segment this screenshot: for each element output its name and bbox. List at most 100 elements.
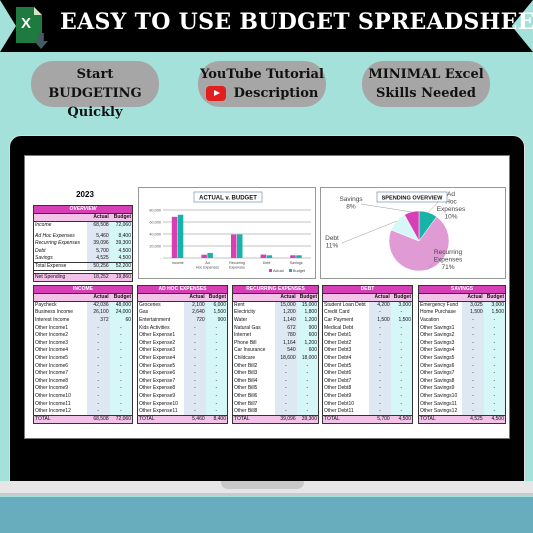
actual-value[interactable]: - bbox=[86, 339, 110, 348]
actual-value[interactable]: 2,640 bbox=[184, 309, 206, 317]
actual-value[interactable]: - bbox=[184, 324, 206, 332]
budget-value[interactable]: - bbox=[205, 354, 228, 363]
actual-value[interactable]: 3,025 bbox=[462, 301, 484, 310]
budget-value[interactable]: - bbox=[483, 407, 506, 416]
actual-value[interactable]: 15,000 bbox=[274, 301, 297, 310]
actual-value[interactable]: - bbox=[184, 407, 206, 416]
budget-value[interactable]: - bbox=[390, 339, 413, 348]
actual-value[interactable]: - bbox=[369, 331, 391, 340]
budget-value[interactable]: - bbox=[109, 377, 133, 386]
budget-value[interactable]: - bbox=[390, 400, 413, 408]
actual-value[interactable]: - bbox=[274, 362, 297, 370]
budget-value[interactable]: - bbox=[483, 331, 506, 340]
actual-value[interactable]: 1,164 bbox=[274, 339, 297, 348]
budget-value[interactable]: - bbox=[296, 369, 319, 378]
budget-value[interactable]: - bbox=[109, 392, 133, 401]
budget-value[interactable]: - bbox=[205, 377, 228, 386]
budget-value[interactable]: - bbox=[205, 385, 228, 393]
budget-value[interactable]: - bbox=[483, 400, 506, 408]
budget-value[interactable]: - bbox=[205, 369, 228, 378]
budget-value[interactable]: - bbox=[205, 331, 228, 340]
actual-value[interactable]: - bbox=[86, 324, 110, 332]
actual-value[interactable]: 372 bbox=[86, 316, 110, 325]
actual-value[interactable]: - bbox=[462, 392, 484, 401]
budget-value[interactable]: - bbox=[296, 407, 319, 416]
actual-value[interactable]: - bbox=[369, 407, 391, 416]
budget-value[interactable]: - bbox=[483, 339, 506, 348]
budget-value[interactable]: - bbox=[205, 362, 228, 370]
budget-value[interactable]: 1,500 bbox=[483, 309, 506, 317]
actual-value[interactable]: 42,036 bbox=[86, 301, 110, 310]
actual-value[interactable]: - bbox=[274, 400, 297, 408]
actual-value[interactable]: - bbox=[274, 369, 297, 378]
budget-value[interactable]: - bbox=[109, 369, 133, 378]
actual-value[interactable]: - bbox=[184, 347, 206, 355]
actual-value[interactable]: - bbox=[369, 347, 391, 355]
actual-value[interactable]: - bbox=[86, 400, 110, 408]
actual-value[interactable]: - bbox=[462, 407, 484, 416]
budget-value[interactable]: - bbox=[483, 324, 506, 332]
budget-value[interactable]: - bbox=[109, 347, 133, 355]
budget-value[interactable]: - bbox=[205, 400, 228, 408]
actual-value[interactable]: - bbox=[369, 324, 391, 332]
budget-value[interactable]: 1,800 bbox=[296, 309, 319, 317]
budget-value[interactable]: 600 bbox=[296, 347, 319, 355]
budget-value[interactable]: - bbox=[483, 392, 506, 401]
actual-value[interactable]: - bbox=[462, 316, 484, 325]
actual-value[interactable]: - bbox=[369, 362, 391, 370]
actual-value[interactable]: - bbox=[86, 362, 110, 370]
budget-value[interactable]: - bbox=[483, 316, 506, 325]
actual-value[interactable]: 18,600 bbox=[274, 354, 297, 363]
budget-value[interactable]: - bbox=[390, 309, 413, 317]
budget-value[interactable]: 1,200 bbox=[296, 339, 319, 348]
budget-value[interactable]: - bbox=[109, 354, 133, 363]
actual-value[interactable]: - bbox=[184, 385, 206, 393]
actual-value[interactable]: - bbox=[462, 354, 484, 363]
actual-value[interactable]: - bbox=[369, 377, 391, 386]
budget-value[interactable]: - bbox=[390, 324, 413, 332]
budget-value[interactable]: - bbox=[296, 377, 319, 386]
actual-value[interactable]: 26,100 bbox=[86, 309, 110, 317]
budget-value[interactable]: - bbox=[296, 392, 319, 401]
budget-value[interactable]: - bbox=[205, 407, 228, 416]
actual-value[interactable]: - bbox=[86, 407, 110, 416]
actual-value[interactable]: - bbox=[462, 324, 484, 332]
budget-value[interactable]: - bbox=[390, 369, 413, 378]
actual-value[interactable]: 540 bbox=[274, 347, 297, 355]
actual-value[interactable]: - bbox=[184, 369, 206, 378]
actual-value[interactable]: - bbox=[462, 400, 484, 408]
budget-value[interactable]: 1,200 bbox=[296, 316, 319, 325]
actual-value[interactable]: - bbox=[86, 331, 110, 340]
actual-value[interactable]: - bbox=[86, 385, 110, 393]
budget-value[interactable]: 3,000 bbox=[390, 301, 413, 310]
budget-value[interactable]: 1,500 bbox=[390, 316, 413, 325]
actual-value[interactable]: - bbox=[462, 347, 484, 355]
budget-value[interactable]: - bbox=[109, 339, 133, 348]
budget-value[interactable]: - bbox=[109, 331, 133, 340]
actual-value[interactable]: - bbox=[274, 392, 297, 401]
budget-value[interactable]: 3,000 bbox=[483, 301, 506, 310]
actual-value[interactable]: - bbox=[369, 339, 391, 348]
budget-value[interactable]: - bbox=[390, 392, 413, 401]
actual-value[interactable]: - bbox=[184, 400, 206, 408]
actual-value[interactable]: - bbox=[462, 362, 484, 370]
budget-value[interactable]: 60 bbox=[109, 316, 133, 325]
actual-value[interactable]: - bbox=[274, 407, 297, 416]
budget-value[interactable]: - bbox=[205, 324, 228, 332]
budget-value[interactable]: 6,000 bbox=[205, 301, 228, 310]
actual-value[interactable]: - bbox=[369, 385, 391, 393]
actual-value[interactable]: - bbox=[369, 309, 391, 317]
actual-value[interactable]: - bbox=[184, 377, 206, 386]
actual-value[interactable]: - bbox=[462, 339, 484, 348]
actual-value[interactable]: 1,200 bbox=[274, 309, 297, 317]
budget-value[interactable]: - bbox=[390, 362, 413, 370]
actual-value[interactable]: - bbox=[86, 377, 110, 386]
budget-value[interactable]: - bbox=[109, 400, 133, 408]
budget-value[interactable]: 24,000 bbox=[109, 309, 133, 317]
budget-value[interactable]: - bbox=[390, 407, 413, 416]
actual-value[interactable]: - bbox=[462, 385, 484, 393]
actual-value[interactable]: - bbox=[184, 362, 206, 370]
budget-value[interactable]: - bbox=[296, 362, 319, 370]
budget-value[interactable]: - bbox=[205, 392, 228, 401]
budget-value[interactable]: 1,500 bbox=[205, 309, 228, 317]
